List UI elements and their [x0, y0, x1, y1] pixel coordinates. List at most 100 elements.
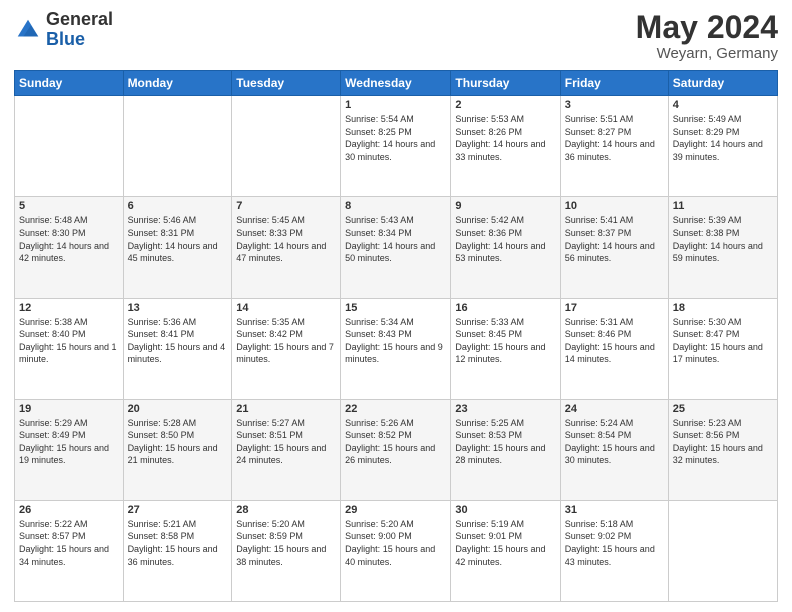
cell-text: Sunrise: 5:53 AMSunset: 8:26 PMDaylight:… — [455, 114, 545, 162]
header-row: Sunday Monday Tuesday Wednesday Thursday… — [15, 71, 778, 96]
col-wednesday: Wednesday — [341, 71, 451, 96]
day-number: 13 — [128, 302, 228, 314]
cell-text: Sunrise: 5:21 AMSunset: 8:58 PMDaylight:… — [128, 519, 218, 567]
calendar-cell: 4Sunrise: 5:49 AMSunset: 8:29 PMDaylight… — [668, 96, 777, 197]
day-number: 22 — [345, 403, 446, 415]
calendar-cell: 20Sunrise: 5:28 AMSunset: 8:50 PMDayligh… — [123, 399, 232, 500]
week-row-0: 1 Sunrise: 5:54 AMSunset: 8:25 PMDaylight… — [15, 96, 778, 197]
cell-text: Sunrise: 5:38 AMSunset: 8:40 PMDaylight:… — [19, 317, 117, 365]
day-number: 28 — [236, 504, 336, 516]
col-monday: Monday — [123, 71, 232, 96]
cell-text: Sunrise: 5:26 AMSunset: 8:52 PMDaylight:… — [345, 418, 435, 466]
day-number: 21 — [236, 403, 336, 415]
cell-text: Sunrise: 5:33 AMSunset: 8:45 PMDaylight:… — [455, 317, 545, 365]
day-number: 24 — [565, 403, 664, 415]
calendar-cell: 28Sunrise: 5:20 AMSunset: 8:59 PMDayligh… — [232, 500, 341, 601]
cell-text: Sunrise: 5:24 AMSunset: 8:54 PMDaylight:… — [565, 418, 655, 466]
calendar-cell: 15Sunrise: 5:34 AMSunset: 8:43 PMDayligh… — [341, 298, 451, 399]
calendar-cell: 3 Sunrise: 5:51 AMSunset: 8:27 PMDaylight… — [560, 96, 668, 197]
cell-text: Sunrise: 5:28 AMSunset: 8:50 PMDaylight:… — [128, 418, 218, 466]
day-number: 3 — [565, 99, 664, 111]
cell-text: Sunrise: 5:20 AMSunset: 9:00 PMDaylight:… — [345, 519, 435, 567]
cell-text: Sunrise: 5:45 AMSunset: 8:33 PMDaylight:… — [236, 215, 326, 263]
calendar-cell: 23 Sunrise: 5:25 AMSunset: 8:53 PMDayligh… — [451, 399, 560, 500]
calendar-cell: 14Sunrise: 5:35 AMSunset: 8:42 PMDayligh… — [232, 298, 341, 399]
day-number: 5 — [19, 200, 119, 212]
day-number: 16 — [455, 302, 555, 314]
calendar-cell: 21 Sunrise: 5:27 AMSunset: 8:51 PMDayligh… — [232, 399, 341, 500]
cell-text: Sunrise: 5:43 AMSunset: 8:34 PMDaylight:… — [345, 215, 435, 263]
day-number: 31 — [565, 504, 664, 516]
day-number: 8 — [345, 200, 446, 212]
day-number: 10 — [565, 200, 664, 212]
calendar-cell: 24 Sunrise: 5:24 AMSunset: 8:54 PMDayligh… — [560, 399, 668, 500]
day-number: 11 — [673, 200, 773, 212]
col-saturday: Saturday — [668, 71, 777, 96]
col-sunday: Sunday — [15, 71, 124, 96]
cell-text: Sunrise: 5:42 AMSunset: 8:36 PMDaylight:… — [455, 215, 545, 263]
calendar-cell: 10Sunrise: 5:41 AMSunset: 8:37 PMDayligh… — [560, 197, 668, 298]
calendar-cell: 18 Sunrise: 5:30 AMSunset: 8:47 PMDayligh… — [668, 298, 777, 399]
cell-text: Sunrise: 5:36 AMSunset: 8:41 PMDaylight:… — [128, 317, 226, 365]
calendar-cell: 7 Sunrise: 5:45 AMSunset: 8:33 PMDaylight… — [232, 197, 341, 298]
calendar-cell: 1 Sunrise: 5:54 AMSunset: 8:25 PMDaylight… — [341, 96, 451, 197]
day-number: 1 — [345, 99, 446, 111]
calendar-cell: 11Sunrise: 5:39 AMSunset: 8:38 PMDayligh… — [668, 197, 777, 298]
calendar-cell — [668, 500, 777, 601]
cell-text: Sunrise: 5:34 AMSunset: 8:43 PMDaylight:… — [345, 317, 443, 365]
day-number: 17 — [565, 302, 664, 314]
calendar-cell — [15, 96, 124, 197]
day-number: 9 — [455, 200, 555, 212]
header: General Blue May 2024 Weyarn, Germany — [14, 10, 778, 62]
day-number: 27 — [128, 504, 228, 516]
cell-text: Sunrise: 5:22 AMSunset: 8:57 PMDaylight:… — [19, 519, 109, 567]
calendar-cell: 22 Sunrise: 5:26 AMSunset: 8:52 PMDayligh… — [341, 399, 451, 500]
cell-text: Sunrise: 5:46 AMSunset: 8:31 PMDaylight:… — [128, 215, 218, 263]
day-number: 25 — [673, 403, 773, 415]
calendar-cell: 17 Sunrise: 5:31 AMSunset: 8:46 PMDayligh… — [560, 298, 668, 399]
logo: General Blue — [14, 10, 113, 50]
cell-text: Sunrise: 5:31 AMSunset: 8:46 PMDaylight:… — [565, 317, 655, 365]
day-number: 18 — [673, 302, 773, 314]
cell-text: Sunrise: 5:18 AMSunset: 9:02 PMDaylight:… — [565, 519, 655, 567]
calendar-cell: 8 Sunrise: 5:43 AMSunset: 8:34 PMDaylight… — [341, 197, 451, 298]
cell-text: Sunrise: 5:29 AMSunset: 8:49 PMDaylight:… — [19, 418, 109, 466]
location: Weyarn, Germany — [636, 45, 778, 62]
cell-text: Sunrise: 5:25 AMSunset: 8:53 PMDaylight:… — [455, 418, 545, 466]
calendar-cell — [232, 96, 341, 197]
week-row-2: 12 Sunrise: 5:38 AMSunset: 8:40 PMDayligh… — [15, 298, 778, 399]
col-friday: Friday — [560, 71, 668, 96]
calendar-cell: 12 Sunrise: 5:38 AMSunset: 8:40 PMDayligh… — [15, 298, 124, 399]
day-number: 12 — [19, 302, 119, 314]
calendar-table: Sunday Monday Tuesday Wednesday Thursday… — [14, 70, 778, 602]
day-number: 30 — [455, 504, 555, 516]
calendar-cell: 19Sunrise: 5:29 AMSunset: 8:49 PMDayligh… — [15, 399, 124, 500]
day-number: 6 — [128, 200, 228, 212]
day-number: 7 — [236, 200, 336, 212]
calendar-cell: 2Sunrise: 5:53 AMSunset: 8:26 PMDaylight… — [451, 96, 560, 197]
calendar-cell: 9 Sunrise: 5:42 AMSunset: 8:36 PMDaylight… — [451, 197, 560, 298]
cell-text: Sunrise: 5:48 AMSunset: 8:30 PMDaylight:… — [19, 215, 109, 263]
calendar-cell: 31 Sunrise: 5:18 AMSunset: 9:02 PMDayligh… — [560, 500, 668, 601]
cell-text: Sunrise: 5:51 AMSunset: 8:27 PMDaylight:… — [565, 114, 655, 162]
cell-text: Sunrise: 5:27 AMSunset: 8:51 PMDaylight:… — [236, 418, 326, 466]
day-number: 23 — [455, 403, 555, 415]
cell-text: Sunrise: 5:30 AMSunset: 8:47 PMDaylight:… — [673, 317, 763, 365]
week-row-4: 26 Sunrise: 5:22 AMSunset: 8:57 PMDayligh… — [15, 500, 778, 601]
calendar-cell: 6 Sunrise: 5:46 AMSunset: 8:31 PMDaylight… — [123, 197, 232, 298]
day-number: 29 — [345, 504, 446, 516]
cell-text: Sunrise: 5:54 AMSunset: 8:25 PMDaylight:… — [345, 114, 435, 162]
title-block: May 2024 Weyarn, Germany — [636, 10, 778, 62]
cell-text: Sunrise: 5:19 AMSunset: 9:01 PMDaylight:… — [455, 519, 545, 567]
calendar-cell: 30 Sunrise: 5:19 AMSunset: 9:01 PMDayligh… — [451, 500, 560, 601]
calendar-cell: 25Sunrise: 5:23 AMSunset: 8:56 PMDayligh… — [668, 399, 777, 500]
logo-general: General — [46, 9, 113, 29]
day-number: 14 — [236, 302, 336, 314]
col-tuesday: Tuesday — [232, 71, 341, 96]
day-number: 26 — [19, 504, 119, 516]
calendar-cell: 13 Sunrise: 5:36 AMSunset: 8:41 PMDayligh… — [123, 298, 232, 399]
calendar-cell: 26 Sunrise: 5:22 AMSunset: 8:57 PMDayligh… — [15, 500, 124, 601]
logo-blue: Blue — [46, 29, 85, 49]
calendar-cell: 29 Sunrise: 5:20 AMSunset: 9:00 PMDayligh… — [341, 500, 451, 601]
logo-text: General Blue — [46, 10, 113, 50]
